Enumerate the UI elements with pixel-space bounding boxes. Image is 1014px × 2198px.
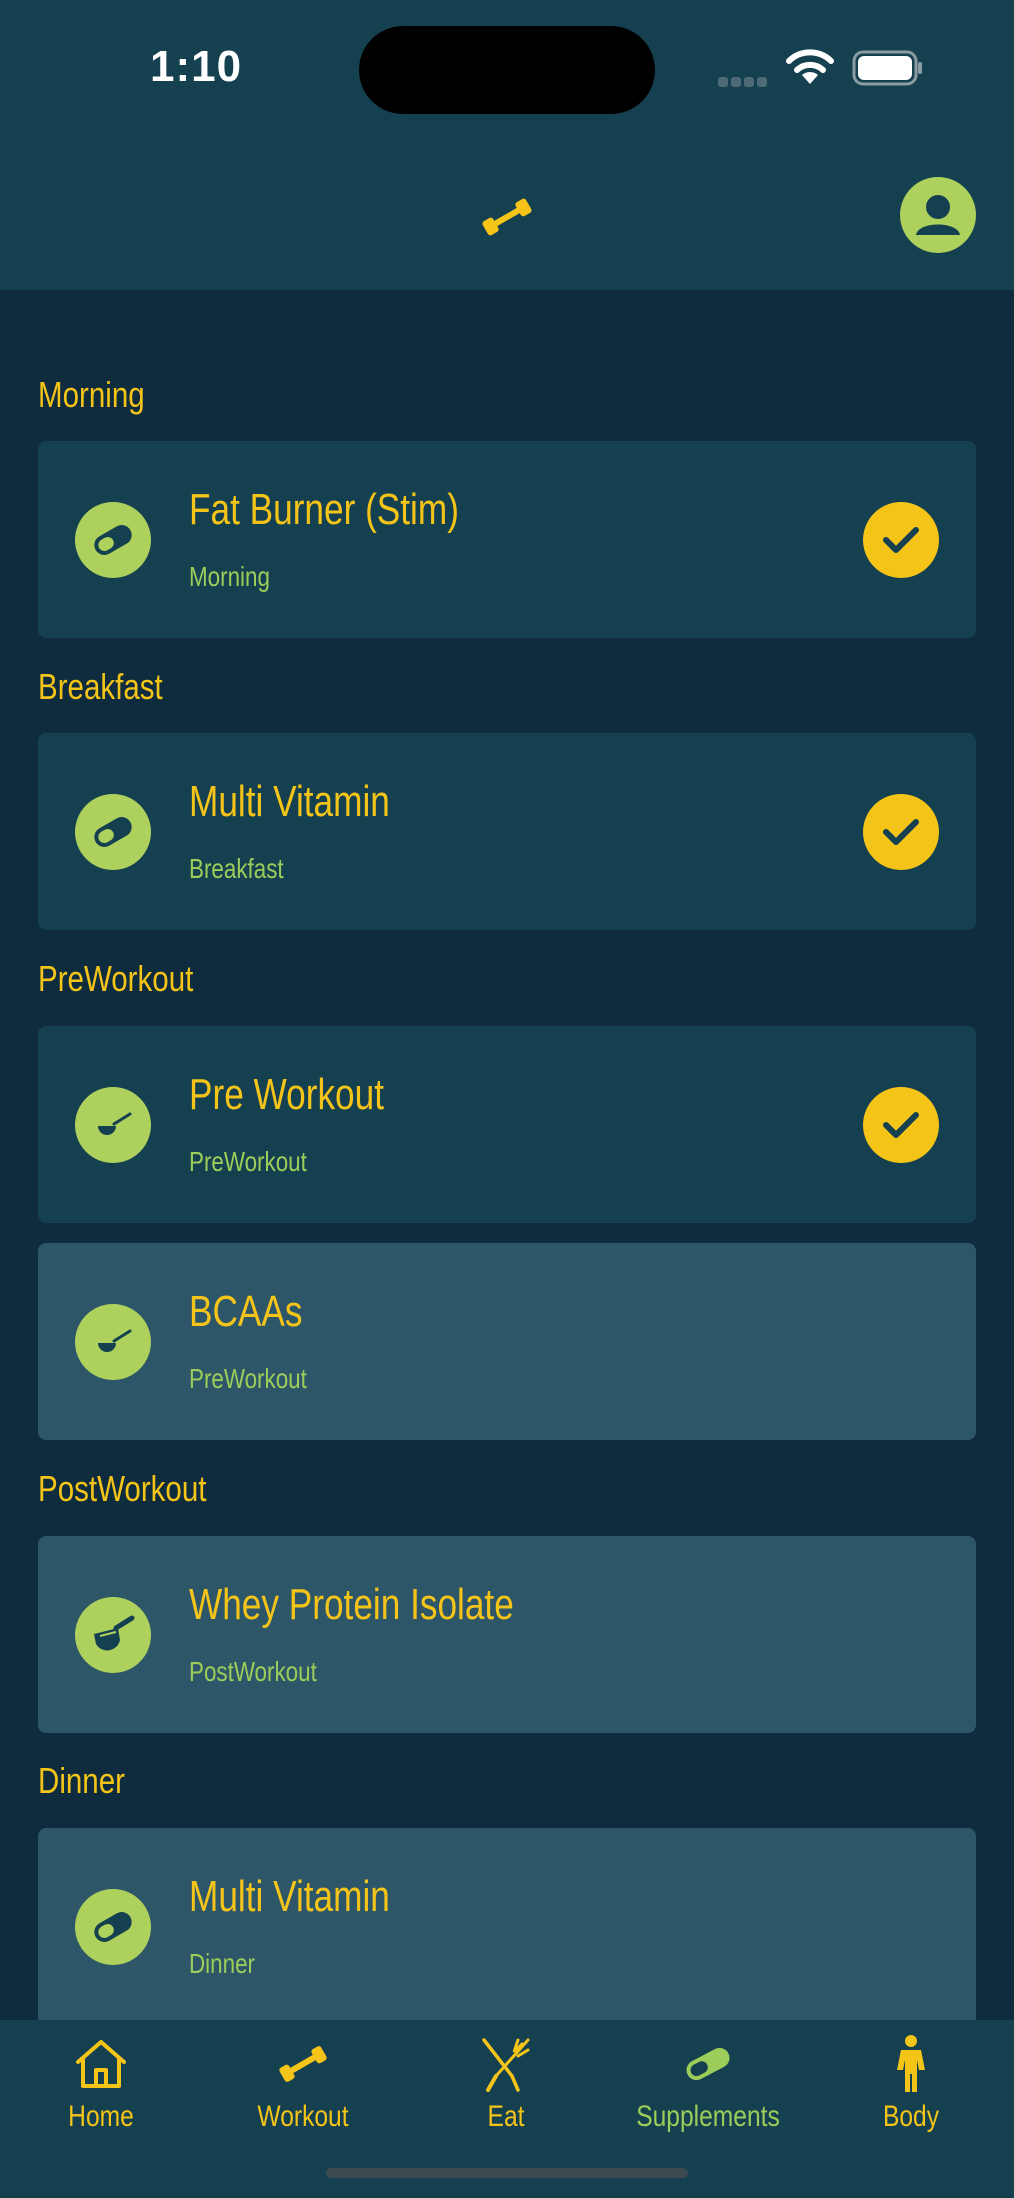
supplement-name: Whey Protein Isolate [189,1580,514,1629]
tab-eat[interactable]: Eat [416,2034,596,2144]
supplement-name: Multi Vitamin [189,777,390,826]
capsule-icon [686,2047,730,2081]
protein-scoop-icon [75,1597,151,1673]
tab-label: Body [882,2100,940,2133]
tab-home[interactable]: Home [11,2034,191,2144]
taken-check-icon[interactable] [863,1087,939,1163]
tab-label: Supplements [636,2100,780,2133]
capsule-icon [75,794,151,870]
supplement-time: PostWorkout [189,1656,317,1687]
tab-label: Home [68,2100,134,2133]
supplement-card[interactable]: BCAAs PreWorkout [38,1243,976,1440]
app-header [0,140,1014,290]
tab-label: Workout [257,2100,349,2133]
status-time: 1:10 [150,42,243,91]
home-indicator[interactable] [326,2168,688,2178]
supplement-card[interactable]: Pre Workout PreWorkout [38,1026,976,1223]
section-title-breakfast: Breakfast [38,666,163,707]
tab-body[interactable]: Body [821,2034,1001,2144]
tab-label: Eat [487,2100,525,2133]
supplement-time: Dinner [189,1948,255,1979]
supplement-time: PreWorkout [189,1146,307,1177]
supplement-time: Morning [189,561,270,592]
tab-supplements[interactable]: Supplements [618,2034,798,2144]
supplement-name: BCAAs [189,1287,303,1336]
profile-avatar[interactable] [900,177,976,253]
person-icon [897,2035,925,2092]
tab-workout[interactable]: Workout [213,2034,393,2144]
supplement-card[interactable]: Multi Vitamin Breakfast [38,733,976,930]
supplement-name: Fat Burner (Stim) [189,485,459,534]
dynamic-island [359,26,655,114]
supplement-card[interactable]: Whey Protein Isolate PostWorkout [38,1536,976,1733]
supplements-list[interactable]: Morning Fat Burner (Stim) Morning Breakf… [0,290,1014,2025]
home-icon [76,2040,126,2088]
dumbbell-logo-icon [482,198,532,236]
scoop-icon [75,1304,151,1380]
capsule-icon [75,502,151,578]
supplement-name: Multi Vitamin [189,1872,390,1921]
supplement-time: Breakfast [189,853,284,884]
cellular-signal-icon [718,72,774,87]
dumbbell-icon [279,2046,327,2082]
battery-icon [852,50,922,86]
utensils-icon [482,2038,530,2092]
supplement-name: Pre Workout [189,1070,384,1119]
supplement-card[interactable]: Fat Burner (Stim) Morning [38,441,976,638]
section-title-morning: Morning [38,374,145,415]
section-title-dinner: Dinner [38,1760,125,1801]
user-icon [916,195,960,235]
taken-check-icon[interactable] [863,794,939,870]
taken-check-icon[interactable] [863,502,939,578]
capsule-icon [75,1889,151,1965]
wifi-icon [786,49,834,84]
section-title-postworkout: PostWorkout [38,1468,207,1509]
status-bar: 1:10 [0,0,1014,140]
supplement-time: PreWorkout [189,1363,307,1394]
supplement-card[interactable]: Multi Vitamin Dinner [38,1828,976,2025]
section-title-preworkout: PreWorkout [38,958,194,999]
scoop-icon [75,1087,151,1163]
